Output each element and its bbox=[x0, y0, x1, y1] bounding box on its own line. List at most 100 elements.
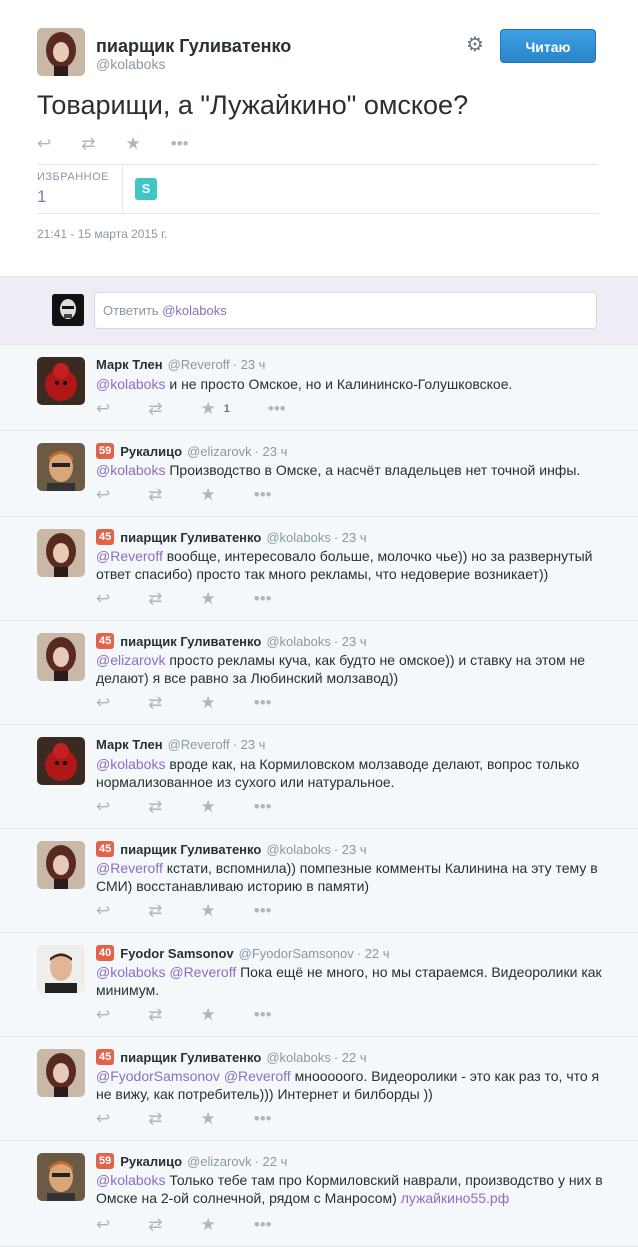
reply-author-name[interactable]: Fyodor Samsonov bbox=[120, 946, 233, 961]
retweet-icon[interactable]: ⇄ bbox=[148, 1109, 162, 1129]
star-icon[interactable]: ★ bbox=[126, 134, 141, 154]
reply-tweet[interactable]: 40 Fyodor Samsonov @FyodorSamsonov · 22 ч @k… bbox=[0, 933, 638, 1037]
reply-icon[interactable]: ↩ bbox=[96, 485, 110, 505]
reply-avatar[interactable] bbox=[37, 1049, 85, 1097]
reply-author-handle[interactable]: @kolaboks bbox=[266, 842, 331, 857]
gear-icon[interactable]: ⚙ bbox=[466, 35, 486, 55]
reply-author-handle[interactable]: @elizarovk bbox=[187, 444, 252, 459]
reply-icon[interactable]: ↩ bbox=[96, 589, 110, 609]
more-icon[interactable]: ••• bbox=[254, 1109, 272, 1129]
reply-icon[interactable]: ↩ bbox=[96, 1005, 110, 1025]
reply-author-name[interactable]: пиарщик Гуливатенко bbox=[120, 842, 261, 857]
author-name[interactable]: пиарщик Гуливатенко bbox=[96, 36, 291, 57]
follow-button[interactable]: Читаю bbox=[500, 29, 596, 63]
reply-author-handle[interactable]: @kolaboks bbox=[266, 530, 331, 545]
reply-time[interactable]: · 23 ч bbox=[255, 444, 288, 459]
reply-avatar[interactable] bbox=[37, 443, 85, 491]
reply-author-name[interactable]: Рукалицо bbox=[120, 1154, 182, 1169]
reply-tweet[interactable]: 59 Рукалицо @elizarovk · 23 ч @kolaboks Прои… bbox=[0, 431, 638, 517]
reply-tweet[interactable]: 59 Рукалицо @elizarovk · 22 ч @kolaboks Толь… bbox=[0, 1141, 638, 1247]
reply-mention-link[interactable]: @kolaboks bbox=[96, 376, 165, 392]
reply-tweet[interactable]: 45 пиарщик Гуливатенко @kolaboks · 23 ч @Rev… bbox=[0, 829, 638, 933]
star-icon[interactable]: ★ bbox=[201, 1005, 216, 1025]
reply-tweet[interactable]: Марк Тлен @Reveroff · 23 ч @kolaboks и не п… bbox=[0, 345, 638, 431]
reply-time[interactable]: · 23 ч bbox=[334, 634, 367, 649]
reply-icon[interactable]: ↩ bbox=[37, 134, 51, 154]
reply-avatar[interactable] bbox=[37, 737, 85, 785]
retweet-icon[interactable]: ⇄ bbox=[148, 797, 162, 817]
reply-mention-link[interactable]: @kolaboks bbox=[96, 462, 165, 478]
retweet-icon[interactable]: ⇄ bbox=[148, 589, 162, 609]
reply-author-handle[interactable]: @kolaboks bbox=[266, 1050, 331, 1065]
reply-icon[interactable]: ↩ bbox=[96, 1215, 110, 1235]
reply-avatar[interactable] bbox=[37, 945, 85, 993]
reply-tweet[interactable]: 45 пиарщик Гуливатенко @kolaboks · 22 ч @Fyo… bbox=[0, 1037, 638, 1141]
reply-author-handle[interactable]: @FyodorSamsonov bbox=[239, 946, 354, 961]
star-icon[interactable]: ★ bbox=[201, 485, 216, 505]
reply-mention-link[interactable]: @kolaboks bbox=[96, 1172, 165, 1188]
more-icon[interactable]: ••• bbox=[254, 693, 272, 713]
star-icon[interactable]: ★ bbox=[201, 1109, 216, 1129]
reply-icon[interactable]: ↩ bbox=[96, 901, 110, 921]
reply-author-name[interactable]: пиарщик Гуливатенко bbox=[120, 530, 261, 545]
reply-mention-link[interactable]: @FyodorSamsonov bbox=[96, 1068, 220, 1084]
reply-icon[interactable]: ↩ bbox=[96, 1109, 110, 1129]
reply-mention-link[interactable]: @Reveroff bbox=[224, 1068, 291, 1084]
reply-avatar[interactable] bbox=[37, 633, 85, 681]
reply-mention-link[interactable]: @Reveroff bbox=[96, 548, 163, 564]
star-icon[interactable]: ★ bbox=[201, 797, 216, 817]
more-icon[interactable]: ••• bbox=[254, 1005, 272, 1025]
reply-author-handle[interactable]: @Reveroff bbox=[168, 357, 230, 372]
reply-mention-link[interactable]: @elizarovk bbox=[96, 652, 165, 668]
author-avatar[interactable] bbox=[37, 28, 85, 76]
author-handle[interactable]: @kolaboks bbox=[96, 56, 165, 72]
reply-icon[interactable]: ↩ bbox=[96, 399, 110, 419]
more-icon[interactable]: ••• bbox=[254, 589, 272, 609]
reply-input[interactable]: Ответить @kolaboks bbox=[94, 292, 597, 329]
reply-author-handle[interactable]: @elizarovk bbox=[187, 1154, 252, 1169]
more-icon[interactable]: ••• bbox=[254, 901, 272, 921]
reply-icon[interactable]: ↩ bbox=[96, 693, 110, 713]
reply-time[interactable]: · 22 ч bbox=[255, 1154, 288, 1169]
reply-author-handle[interactable]: @Reveroff bbox=[168, 737, 230, 752]
more-icon[interactable]: ••• bbox=[171, 134, 189, 154]
retweet-icon[interactable]: ⇄ bbox=[148, 1215, 162, 1235]
reply-time[interactable]: · 23 ч bbox=[233, 357, 266, 372]
reply-time[interactable]: · 23 ч bbox=[233, 737, 266, 752]
reply-time[interactable]: · 23 ч bbox=[334, 530, 367, 545]
reply-mention-link[interactable]: @Reveroff bbox=[169, 964, 236, 980]
reply-author-handle[interactable]: @kolaboks bbox=[266, 634, 331, 649]
reply-avatar[interactable] bbox=[37, 841, 85, 889]
more-icon[interactable]: ••• bbox=[254, 1215, 272, 1235]
reply-mention-link[interactable]: лужайкино55.рф bbox=[401, 1190, 510, 1206]
favorites-count[interactable]: 1 bbox=[37, 187, 46, 207]
retweet-icon[interactable]: ⇄ bbox=[148, 399, 162, 419]
reply-time[interactable]: · 22 ч bbox=[357, 946, 390, 961]
star-icon[interactable]: ★ bbox=[201, 1215, 216, 1235]
reply-author-name[interactable]: Марк Тлен bbox=[96, 357, 163, 372]
star-icon[interactable]: ★ bbox=[201, 901, 216, 921]
reply-author-name[interactable]: пиарщик Гуливатенко bbox=[120, 634, 261, 649]
star-icon[interactable]: ★ bbox=[201, 693, 216, 713]
reply-avatar[interactable] bbox=[37, 529, 85, 577]
retweet-icon[interactable]: ⇄ bbox=[81, 134, 95, 154]
reply-mention-link[interactable]: @Reveroff bbox=[96, 860, 163, 876]
reply-mention-link[interactable]: @kolaboks bbox=[96, 964, 165, 980]
reply-author-name[interactable]: пиарщик Гуливатенко bbox=[120, 1050, 261, 1065]
reply-mention-link[interactable]: @kolaboks bbox=[96, 756, 165, 772]
reply-icon[interactable]: ↩ bbox=[96, 797, 110, 817]
reply-avatar[interactable] bbox=[37, 1153, 85, 1201]
retweet-icon[interactable]: ⇄ bbox=[148, 901, 162, 921]
retweet-icon[interactable]: ⇄ bbox=[148, 1005, 162, 1025]
star-icon[interactable]: ★ 1 bbox=[201, 399, 230, 419]
favoriter-avatar[interactable]: S bbox=[135, 178, 157, 200]
retweet-icon[interactable]: ⇄ bbox=[148, 485, 162, 505]
reply-time[interactable]: · 23 ч bbox=[334, 842, 367, 857]
reply-time[interactable]: · 22 ч bbox=[334, 1050, 367, 1065]
retweet-icon[interactable]: ⇄ bbox=[148, 693, 162, 713]
reply-tweet[interactable]: 45 пиарщик Гуливатенко @kolaboks · 23 ч @Rev… bbox=[0, 517, 638, 621]
reply-tweet[interactable]: Марк Тлен @Reveroff · 23 ч @kolaboks вроде … bbox=[0, 725, 638, 829]
reply-author-name[interactable]: Рукалицо bbox=[120, 444, 182, 459]
more-icon[interactable]: ••• bbox=[268, 399, 286, 419]
reply-author-name[interactable]: Марк Тлен bbox=[96, 737, 163, 752]
